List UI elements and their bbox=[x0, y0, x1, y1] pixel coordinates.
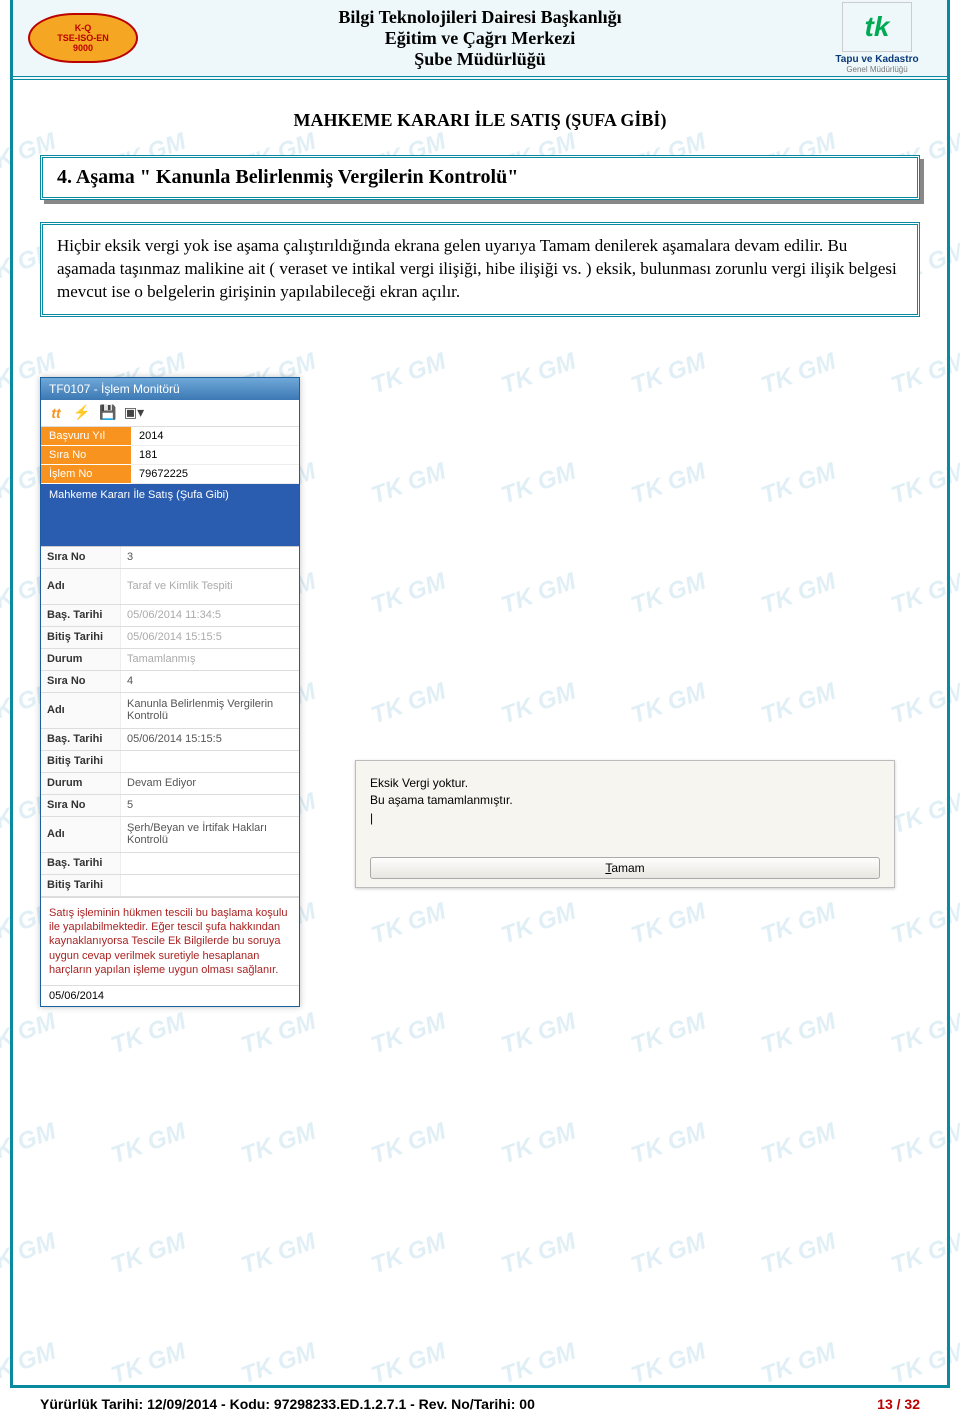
dialog-cursor: | bbox=[370, 810, 880, 827]
step4-bas: 05/06/2014 15:15:5 bbox=[121, 729, 299, 750]
badge-line3: 9000 bbox=[73, 43, 93, 53]
grid-lab-sira: Sıra No bbox=[41, 547, 121, 568]
info-rows: Başvuru Yıl 2014 Sıra No 181 İşlem No 79… bbox=[41, 427, 299, 484]
save-icon[interactable]: 💾 bbox=[99, 404, 117, 422]
grid-lab-bitis: Bitiş Tarihi bbox=[41, 627, 121, 648]
tamam-button[interactable]: Tamam bbox=[370, 857, 880, 879]
step5-bitis bbox=[121, 875, 299, 896]
tk-logo-icon: tk bbox=[842, 2, 912, 52]
step4-adi: Kanunla Belirlenmiş Vergilerin Kontrolü bbox=[121, 693, 299, 728]
header-line-1: Bilgi Teknolojileri Dairesi Başkanlığı bbox=[338, 7, 621, 28]
grid-lab-durum-2: Durum bbox=[41, 773, 121, 794]
basvuru-yil-value: 2014 bbox=[131, 427, 299, 446]
description-box: Hiçbir eksik vergi yok ise aşama çalıştı… bbox=[40, 222, 920, 317]
step3-sira: 3 bbox=[121, 547, 299, 568]
islem-no-value: 79672225 bbox=[131, 465, 299, 484]
op-spacer bbox=[41, 506, 299, 546]
grid-lab-bas: Baş. Tarihi bbox=[41, 605, 121, 626]
grid-lab-sira-3: Sıra No bbox=[41, 795, 121, 816]
sira-no-label: Sıra No bbox=[41, 446, 131, 465]
step4-bitis bbox=[121, 751, 299, 772]
steps-grid: Sıra No3 AdıTaraf ve Kimlik Tespiti Baş.… bbox=[41, 546, 299, 897]
note-box: Satış işleminin hükmen tescili bu başlam… bbox=[41, 897, 299, 985]
sira-no-value: 181 bbox=[131, 446, 299, 465]
document-title: MAHKEME KARARI İLE SATIŞ (ŞUFA GİBİ) bbox=[13, 110, 947, 131]
app-toolbar: tt ⚡ 💾 ▣▾ bbox=[41, 400, 299, 427]
app-title: TF0107 - İşlem Monitörü bbox=[49, 382, 180, 396]
header-line-2: Eğitim ve Çağrı Merkezi bbox=[338, 28, 621, 49]
status-date: 05/06/2014 bbox=[41, 985, 299, 1006]
footer: Yürürlük Tarihi: 12/09/2014 - Kodu: 9729… bbox=[40, 1396, 920, 1412]
page-number: 13 / 32 bbox=[877, 1396, 920, 1412]
badge-line1: K-Q bbox=[75, 23, 92, 33]
grid-lab-bas-2: Baş. Tarihi bbox=[41, 729, 121, 750]
message-dialog: Eksik Vergi yoktur. Bu aşama tamamlanmış… bbox=[355, 760, 895, 888]
app-window: TF0107 - İşlem Monitörü tt ⚡ 💾 ▣▾ Başvur… bbox=[40, 377, 300, 1007]
operation-name: Mahkeme Kararı İle Satış (Şufa Gibi) bbox=[41, 484, 299, 506]
app-titlebar[interactable]: TF0107 - İşlem Monitörü bbox=[41, 378, 299, 400]
grid-lab-adi: Adı bbox=[41, 569, 121, 604]
step5-bas bbox=[121, 853, 299, 874]
step5-sira: 5 bbox=[121, 795, 299, 816]
tk-caption: Tapu ve Kadastro bbox=[817, 54, 937, 65]
step3-bas: 05/06/2014 11:34:5 bbox=[121, 605, 299, 626]
grid-lab-bitis-3: Bitiş Tarihi bbox=[41, 875, 121, 896]
islem-no-label: İşlem No bbox=[41, 465, 131, 484]
iso-badge: K-Q TSE-ISO-EN 9000 bbox=[23, 11, 143, 66]
dialog-button-row: Tamam bbox=[356, 851, 894, 887]
grid-lab-durum: Durum bbox=[41, 649, 121, 670]
dialog-line-2: Bu aşama tamamlanmıştır. bbox=[370, 792, 880, 809]
tk-sub: Genel Müdürlüğü bbox=[817, 65, 937, 74]
app-icon[interactable]: tt bbox=[47, 404, 65, 422]
grid-lab-sira-2: Sıra No bbox=[41, 671, 121, 692]
grid-lab-adi-3: Adı bbox=[41, 817, 121, 852]
tamam-label-rest: amam bbox=[611, 861, 644, 875]
step3-bitis: 05/06/2014 15:15:5 bbox=[121, 627, 299, 648]
crop-icon[interactable]: ▣▾ bbox=[125, 404, 143, 422]
document-header: K-Q TSE-ISO-EN 9000 Bilgi Teknolojileri … bbox=[13, 0, 947, 80]
grid-lab-adi-2: Adı bbox=[41, 693, 121, 728]
dialog-line-1: Eksik Vergi yoktur. bbox=[370, 775, 880, 792]
basvuru-yil-label: Başvuru Yıl bbox=[41, 427, 131, 446]
badge-line2: TSE-ISO-EN bbox=[57, 33, 109, 43]
header-center: Bilgi Teknolojileri Dairesi Başkanlığı E… bbox=[338, 7, 621, 70]
step3-adi: Taraf ve Kimlik Tespiti bbox=[121, 569, 299, 604]
step-title-box: 4. Aşama " Kanunla Belirlenmiş Vergileri… bbox=[40, 155, 920, 200]
footer-left: Yürürlük Tarihi: 12/09/2014 - Kodu: 9729… bbox=[40, 1396, 535, 1412]
grid-lab-bitis-2: Bitiş Tarihi bbox=[41, 751, 121, 772]
grid-lab-bas-3: Baş. Tarihi bbox=[41, 853, 121, 874]
bolt-icon[interactable]: ⚡ bbox=[73, 404, 91, 422]
step-title: 4. Aşama " Kanunla Belirlenmiş Vergileri… bbox=[57, 166, 518, 188]
dialog-message: Eksik Vergi yoktur. Bu aşama tamamlanmış… bbox=[356, 761, 894, 851]
step3-durum: Tamamlanmış bbox=[121, 649, 299, 670]
step5-adi: Şerh/Beyan ve İrtifak Hakları Kontrolü bbox=[121, 817, 299, 852]
step4-durum: Devam Ediyor bbox=[121, 773, 299, 794]
step4-sira: 4 bbox=[121, 671, 299, 692]
tk-logo-block: tk Tapu ve Kadastro Genel Müdürlüğü bbox=[817, 2, 937, 74]
header-line-3: Şube Müdürlüğü bbox=[338, 49, 621, 70]
